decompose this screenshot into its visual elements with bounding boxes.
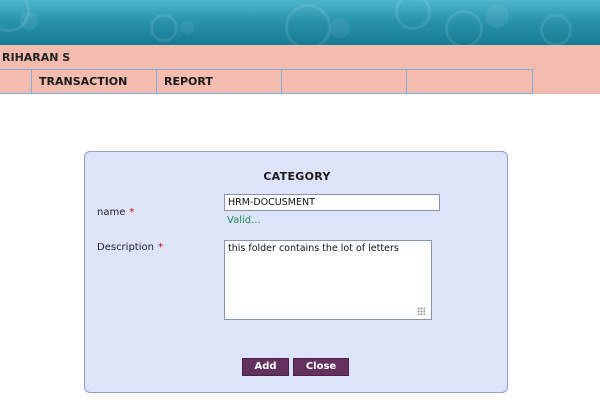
- main-menu: TRANSACTION REPORT: [0, 69, 600, 94]
- banner-decoration: [330, 18, 350, 38]
- description-label: Description: [97, 242, 154, 253]
- header-banner: [0, 0, 600, 45]
- close-button[interactable]: Close: [293, 358, 349, 376]
- description-label-row: Description *: [97, 242, 163, 253]
- name-label-row: name *: [97, 207, 134, 218]
- validation-message: Valid...: [227, 215, 261, 226]
- user-bar: RIHARAN S: [0, 45, 600, 69]
- banner-decoration: [285, 4, 331, 45]
- category-dialog: CATEGORY name* Valid... Description* thi…: [84, 151, 508, 393]
- menu-item-hidden[interactable]: [0, 69, 32, 94]
- menu-item-empty[interactable]: [406, 69, 533, 94]
- add-button[interactable]: Add: [242, 358, 289, 376]
- required-marker: *: [157, 242, 163, 253]
- user-name: RIHARAN S: [2, 51, 71, 64]
- banner-decoration: [445, 10, 483, 45]
- description-textarea[interactable]: this folder contains the lot of letters: [224, 240, 432, 320]
- dialog-title: CATEGORY: [263, 170, 331, 183]
- banner-decoration: [20, 12, 38, 30]
- banner-decoration: [485, 4, 509, 28]
- banner-decoration: [180, 20, 194, 34]
- required-marker: *: [129, 207, 135, 218]
- menu-item-empty[interactable]: [281, 69, 407, 94]
- resize-grip-icon[interactable]: [417, 307, 425, 315]
- name-input[interactable]: [224, 194, 440, 211]
- menu-item-transaction[interactable]: TRANSACTION: [31, 69, 157, 94]
- banner-decoration: [395, 0, 431, 30]
- name-label: name: [97, 207, 126, 218]
- banner-decoration: [540, 14, 572, 45]
- menu-item-report[interactable]: REPORT: [156, 69, 282, 94]
- banner-decoration: [150, 14, 178, 42]
